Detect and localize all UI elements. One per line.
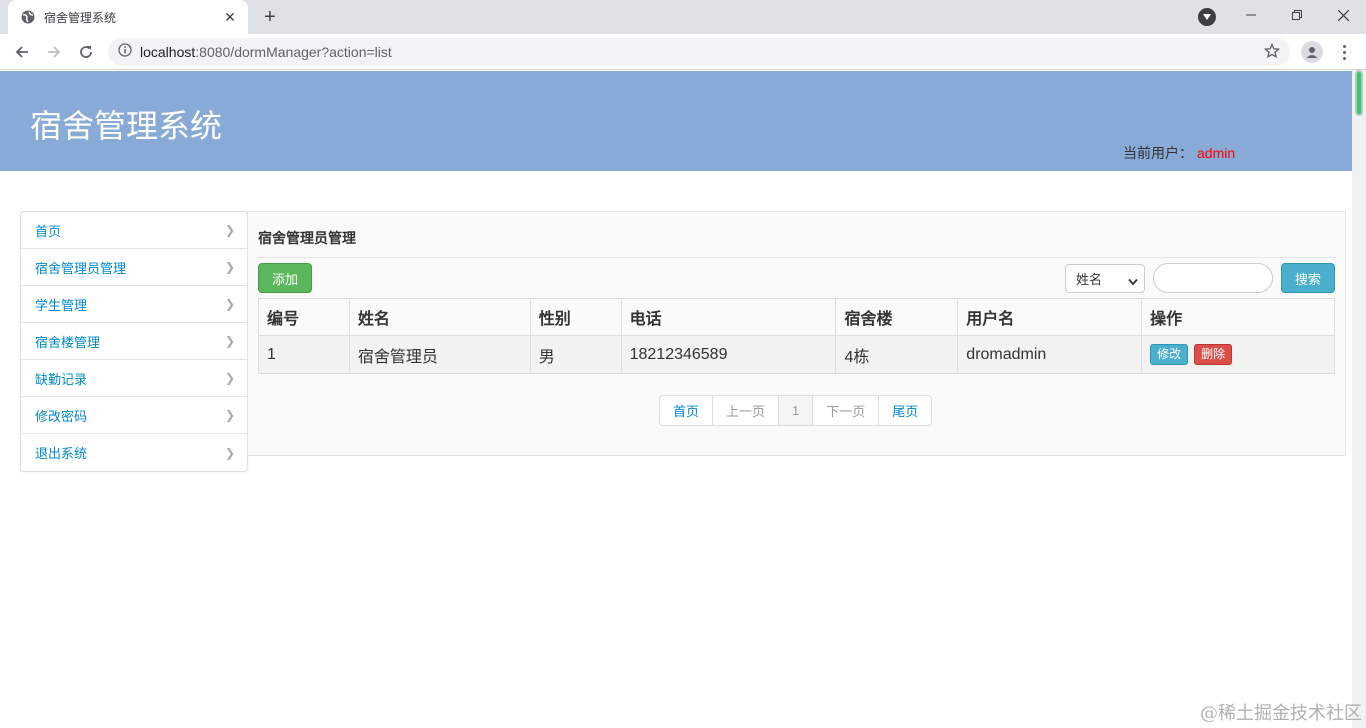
sidebar-item-label: 修改密码 bbox=[35, 408, 88, 424]
page-scrollbar[interactable] bbox=[1352, 70, 1366, 728]
sidebar-item-label: 宿舍管理员管理 bbox=[35, 260, 127, 276]
reload-icon[interactable] bbox=[74, 40, 98, 64]
sidebar-item-label: 首页 bbox=[35, 223, 62, 239]
column-header: 操作 bbox=[1141, 298, 1335, 336]
title-divider bbox=[258, 257, 1336, 258]
cell-username: dromadmin bbox=[957, 335, 1143, 374]
main-panel: 宿舍管理员管理 添加 姓名 搜索 编号 姓名 性别 电话 宿舍楼 用户名 操作 bbox=[247, 211, 1346, 456]
column-header: 姓名 bbox=[348, 298, 531, 336]
new-tab-icon[interactable]: + bbox=[258, 5, 282, 29]
minimize-icon[interactable] bbox=[1228, 0, 1274, 30]
info-icon[interactable] bbox=[118, 42, 132, 62]
cell-id: 1 bbox=[258, 335, 350, 374]
column-header: 编号 bbox=[258, 298, 350, 336]
cell-name: 宿舍管理员 bbox=[348, 335, 531, 374]
sidebar-item-logout[interactable]: 退出系统 ❯ bbox=[21, 434, 247, 471]
address-bar[interactable]: localhost:8080/dormManager?action=list bbox=[108, 38, 1290, 66]
scrollbar-thumb[interactable] bbox=[1355, 70, 1363, 116]
chevron-right-icon: ❯ bbox=[224, 260, 235, 274]
sidebar-item-label: 宿舍楼管理 bbox=[35, 334, 101, 350]
table-row: 1 宿舍管理员 男 18212346589 4栋 dromadmin 修改 删除 bbox=[258, 335, 1335, 374]
delete-button[interactable]: 删除 bbox=[1194, 344, 1233, 365]
url-path: :8080/dormManager?action=list bbox=[195, 44, 392, 60]
pager-first[interactable]: 首页 bbox=[660, 396, 714, 425]
current-user-name: admin bbox=[1197, 145, 1236, 161]
pager-next[interactable]: 下一页 bbox=[813, 396, 880, 425]
chevron-right-icon: ❯ bbox=[224, 223, 235, 237]
cell-actions: 修改 删除 bbox=[1141, 335, 1335, 374]
watermark: @稀土掘金技术社区 bbox=[1200, 703, 1362, 724]
cell-building: 4栋 bbox=[835, 335, 959, 374]
cell-gender: 男 bbox=[529, 335, 622, 374]
site-header: 宿舍管理系统 当前用户： admin bbox=[0, 71, 1352, 171]
sidebar-item-password[interactable]: 修改密码 ❯ bbox=[21, 397, 247, 434]
sidebar-item-label: 退出系统 bbox=[35, 446, 88, 461]
url-host: localhost bbox=[140, 44, 196, 60]
sidebar-item-students[interactable]: 学生管理 ❯ bbox=[21, 286, 247, 323]
browser-tab[interactable]: 宿舍管理系统 ✕ bbox=[8, 0, 248, 34]
edit-button[interactable]: 修改 bbox=[1150, 344, 1189, 365]
pager-last[interactable]: 尾页 bbox=[879, 396, 931, 425]
search-button[interactable]: 搜索 bbox=[1281, 263, 1335, 293]
pager-prev[interactable]: 上一页 bbox=[713, 396, 780, 425]
chevron-right-icon: ❯ bbox=[224, 334, 235, 348]
add-button[interactable]: 添加 bbox=[258, 263, 312, 293]
current-user-label: 当前用户： bbox=[1123, 145, 1193, 161]
search-input[interactable] bbox=[1153, 263, 1273, 293]
close-tab-icon[interactable]: ✕ bbox=[222, 9, 238, 26]
column-header: 性别 bbox=[529, 298, 622, 336]
url-text: localhost:8080/dormManager?action=list bbox=[140, 44, 392, 60]
chevron-right-icon: ❯ bbox=[224, 371, 235, 385]
restore-icon[interactable] bbox=[1274, 0, 1320, 30]
close-window-icon[interactable] bbox=[1320, 0, 1366, 30]
sidebar-nav: 首页 ❯ 宿舍管理员管理 ❯ 学生管理 ❯ 宿舍楼管理 ❯ 缺勤记录 ❯ 修改密码 ❯ 退出… bbox=[20, 211, 248, 472]
bookmark-star-icon[interactable] bbox=[1263, 42, 1281, 64]
sidebar-item-dorm-managers[interactable]: 宿舍管理员管理 ❯ bbox=[21, 249, 247, 286]
column-header: 用户名 bbox=[957, 298, 1143, 336]
pagination: 首页 上一页 1 下一页 尾页 bbox=[659, 395, 933, 426]
forward-icon[interactable] bbox=[42, 40, 66, 64]
page-title: 宿舍管理员管理 bbox=[258, 230, 356, 246]
managers-table: 编号 姓名 性别 电话 宿舍楼 用户名 操作 1 宿舍管理员 男 1821234… bbox=[258, 298, 1335, 374]
profile-icon[interactable] bbox=[1301, 41, 1323, 63]
chevron-right-icon: ❯ bbox=[224, 408, 235, 422]
sidebar-item-label: 缺勤记录 bbox=[35, 371, 88, 387]
sidebar-item-home[interactable]: 首页 ❯ bbox=[21, 212, 247, 249]
chevron-down-icon bbox=[1128, 274, 1138, 289]
table-header-row: 编号 姓名 性别 电话 宿舍楼 用户名 操作 bbox=[258, 298, 1335, 336]
cell-phone: 18212346589 bbox=[620, 335, 837, 374]
tab-search-icon[interactable] bbox=[1198, 8, 1216, 26]
browser-menu-icon[interactable] bbox=[1334, 42, 1354, 62]
sidebar-item-label: 学生管理 bbox=[35, 297, 88, 313]
chevron-right-icon: ❯ bbox=[224, 297, 235, 311]
sidebar-item-absence[interactable]: 缺勤记录 ❯ bbox=[21, 360, 247, 397]
search-field-selected: 姓名 bbox=[1076, 272, 1103, 287]
sidebar-item-buildings[interactable]: 宿舍楼管理 ❯ bbox=[21, 323, 247, 360]
column-header: 电话 bbox=[620, 298, 837, 336]
globe-icon bbox=[20, 9, 36, 25]
current-user: 当前用户： admin bbox=[1123, 143, 1235, 163]
browser-toolbar: localhost:8080/dormManager?action=list bbox=[0, 34, 1366, 70]
back-icon[interactable] bbox=[10, 40, 34, 64]
browser-tab-title: 宿舍管理系统 bbox=[44, 10, 117, 25]
column-header: 宿舍楼 bbox=[835, 298, 959, 336]
site-title: 宿舍管理系统 bbox=[30, 108, 223, 144]
pager-current[interactable]: 1 bbox=[779, 396, 814, 425]
search-field-select[interactable]: 姓名 bbox=[1065, 264, 1145, 293]
browser-tab-bar: 宿舍管理系统 ✕ + bbox=[0, 0, 1366, 34]
chevron-right-icon: ❯ bbox=[224, 445, 235, 460]
